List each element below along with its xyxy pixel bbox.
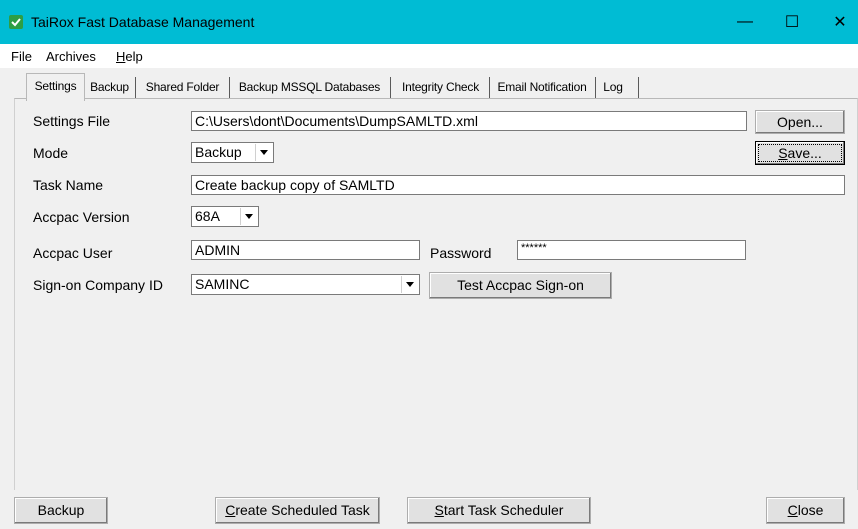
tab-separator xyxy=(135,77,136,98)
chevron-down-icon[interactable] xyxy=(255,144,272,161)
create-task-text: reate Scheduled Task xyxy=(235,502,370,518)
password-input[interactable]: ****** xyxy=(517,240,746,260)
start-scheduler-mnemonic: S xyxy=(434,502,444,518)
window-title: TaiRox Fast Database Management xyxy=(31,14,255,30)
app-logo-icon xyxy=(9,15,23,29)
menu-archives[interactable]: Archives xyxy=(46,49,96,64)
tab-backup-mssql[interactable]: Backup MSSQL Databases xyxy=(232,75,387,99)
menu-file[interactable]: File xyxy=(11,49,32,64)
start-scheduler-text: tart Task Scheduler xyxy=(443,502,564,518)
tab-integrity-check[interactable]: Integrity Check xyxy=(393,75,488,99)
close-icon: ✕ xyxy=(833,14,847,31)
test-signon-button[interactable]: Test Accpac Sign-on xyxy=(429,272,612,299)
tab-settings[interactable]: Settings xyxy=(26,73,85,101)
maximize-icon: ☐ xyxy=(784,14,800,31)
create-task-mnemonic: C xyxy=(225,502,236,518)
minimize-icon: — xyxy=(737,13,753,30)
tab-email-notification[interactable]: Email Notification xyxy=(491,75,593,99)
start-task-scheduler-button[interactable]: Start Task Scheduler xyxy=(407,497,591,524)
close-button[interactable]: Close xyxy=(766,497,845,524)
tab-separator xyxy=(489,77,490,98)
close-text: lose xyxy=(797,502,824,518)
menu-help[interactable]: Help xyxy=(116,49,143,64)
mode-value: Backup xyxy=(195,144,242,160)
mode-select[interactable]: Backup xyxy=(191,142,274,163)
accpac-version-label: Accpac Version xyxy=(33,209,130,225)
password-label: Password xyxy=(430,245,492,261)
company-id-select[interactable]: SAMINC xyxy=(191,274,420,295)
tab-separator xyxy=(595,77,596,98)
accpac-user-input[interactable]: ADMIN xyxy=(191,240,420,260)
save-button[interactable]: Save... xyxy=(755,141,845,165)
company-id-label: Sign-on Company ID xyxy=(33,277,163,293)
accpac-user-label: Accpac User xyxy=(33,245,113,261)
close-window-button[interactable]: ✕ xyxy=(817,0,858,44)
accpac-version-select[interactable]: 68A xyxy=(191,206,259,227)
menu-help-text: elp xyxy=(125,49,143,64)
maximize-button[interactable]: ☐ xyxy=(769,0,815,44)
tab-backup[interactable]: Backup xyxy=(86,75,133,99)
title-bar: TaiRox Fast Database Management — ☐ ✕ xyxy=(0,0,858,44)
settings-file-label: Settings File xyxy=(33,113,111,129)
open-button[interactable]: Open... xyxy=(755,110,845,134)
accpac-version-value: 68A xyxy=(195,208,220,224)
mode-label: Mode xyxy=(33,145,69,161)
settings-file-input[interactable]: C:\Users\dont\Documents\DumpSAMLTD.xml xyxy=(191,111,747,131)
chevron-down-icon[interactable] xyxy=(240,208,257,225)
close-mnemonic: C xyxy=(787,502,798,518)
chevron-down-icon[interactable] xyxy=(401,276,418,293)
tab-separator xyxy=(390,77,391,98)
save-mnemonic: S xyxy=(778,145,788,161)
backup-button[interactable]: Backup xyxy=(14,497,108,524)
minimize-button[interactable]: — xyxy=(722,0,768,44)
task-name-label: Task Name xyxy=(33,177,104,193)
create-scheduled-task-button[interactable]: Create Scheduled Task xyxy=(215,497,380,524)
task-name-input[interactable]: Create backup copy of SAMLTD xyxy=(191,175,845,195)
company-id-value: SAMINC xyxy=(195,276,250,292)
tab-separator xyxy=(229,77,230,98)
tab-shared-folder[interactable]: Shared Folder xyxy=(138,75,227,99)
menu-bar: File Archives Help xyxy=(0,44,858,68)
save-text: ave... xyxy=(787,145,822,161)
tab-separator xyxy=(638,77,639,98)
menu-help-mnemonic: H xyxy=(116,49,126,64)
tab-log[interactable]: Log xyxy=(598,75,628,99)
